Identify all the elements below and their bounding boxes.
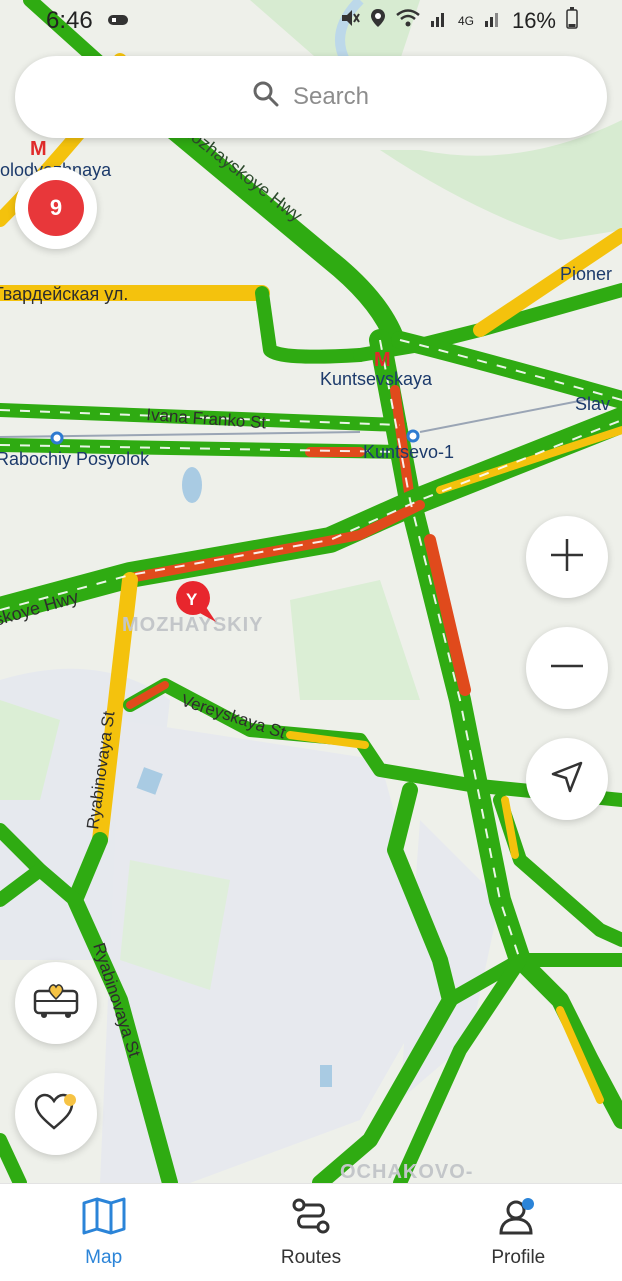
rail-label: Kuntsevo-1 bbox=[363, 442, 454, 462]
nav-map-label: Map bbox=[85, 1246, 123, 1268]
metro-label: Slav bbox=[575, 394, 610, 414]
status-bar: 6:46 4G 16% bbox=[0, 0, 622, 42]
district-label: OCHAKOVO- bbox=[340, 1161, 473, 1183]
location-icon bbox=[370, 8, 386, 34]
signal-icon bbox=[430, 8, 448, 34]
game-controller-icon bbox=[107, 7, 129, 35]
nav-profile-label: Profile bbox=[491, 1246, 546, 1268]
nav-map[interactable]: Map bbox=[34, 1197, 174, 1269]
search-placeholder: Search bbox=[292, 83, 370, 110]
network-type: 4G bbox=[457, 14, 474, 28]
svg-text:M: M bbox=[374, 349, 391, 371]
signal-icon bbox=[484, 8, 502, 34]
routes-icon bbox=[291, 1197, 331, 1241]
minus-icon bbox=[549, 648, 585, 689]
clock: 6:46 bbox=[46, 7, 93, 34]
navigation-arrow-icon bbox=[550, 760, 584, 799]
plus-icon bbox=[549, 537, 585, 578]
mute-icon bbox=[340, 8, 360, 34]
zoom-out-button[interactable] bbox=[526, 627, 608, 709]
traffic-level-badge: 9 bbox=[28, 180, 84, 236]
metro-label: Pioner bbox=[560, 264, 612, 284]
bottom-navigation: Map Routes Profile bbox=[0, 1183, 622, 1281]
road-label: Гвардейская ул. bbox=[0, 284, 128, 304]
my-location-button[interactable] bbox=[526, 738, 608, 820]
zoom-in-button[interactable] bbox=[526, 516, 608, 598]
nav-routes-label: Routes bbox=[280, 1246, 342, 1268]
transport-button[interactable] bbox=[15, 962, 97, 1044]
battery-icon bbox=[566, 7, 578, 35]
nav-profile[interactable]: Profile bbox=[448, 1197, 588, 1269]
favorites-button[interactable] bbox=[15, 1073, 97, 1155]
heart-icon bbox=[34, 1092, 78, 1137]
district-label: MOZHAYSKIY bbox=[122, 614, 264, 636]
metro-label: Kuntsevskaya bbox=[320, 369, 433, 389]
svg-text:M: M bbox=[30, 138, 47, 160]
map-icon bbox=[82, 1197, 126, 1241]
wifi-icon bbox=[396, 8, 420, 34]
rail-label: Rabochiy Posyolok bbox=[0, 449, 150, 469]
search-bar[interactable]: Search bbox=[15, 56, 607, 138]
battery-level: 16% bbox=[511, 8, 556, 33]
bus-heart-icon bbox=[32, 981, 80, 1026]
profile-icon bbox=[498, 1197, 538, 1241]
traffic-level-button[interactable]: 9 bbox=[15, 167, 97, 249]
search-icon bbox=[253, 81, 279, 114]
svg-text:Y: Y bbox=[186, 590, 198, 609]
nav-routes[interactable]: Routes bbox=[241, 1197, 381, 1269]
